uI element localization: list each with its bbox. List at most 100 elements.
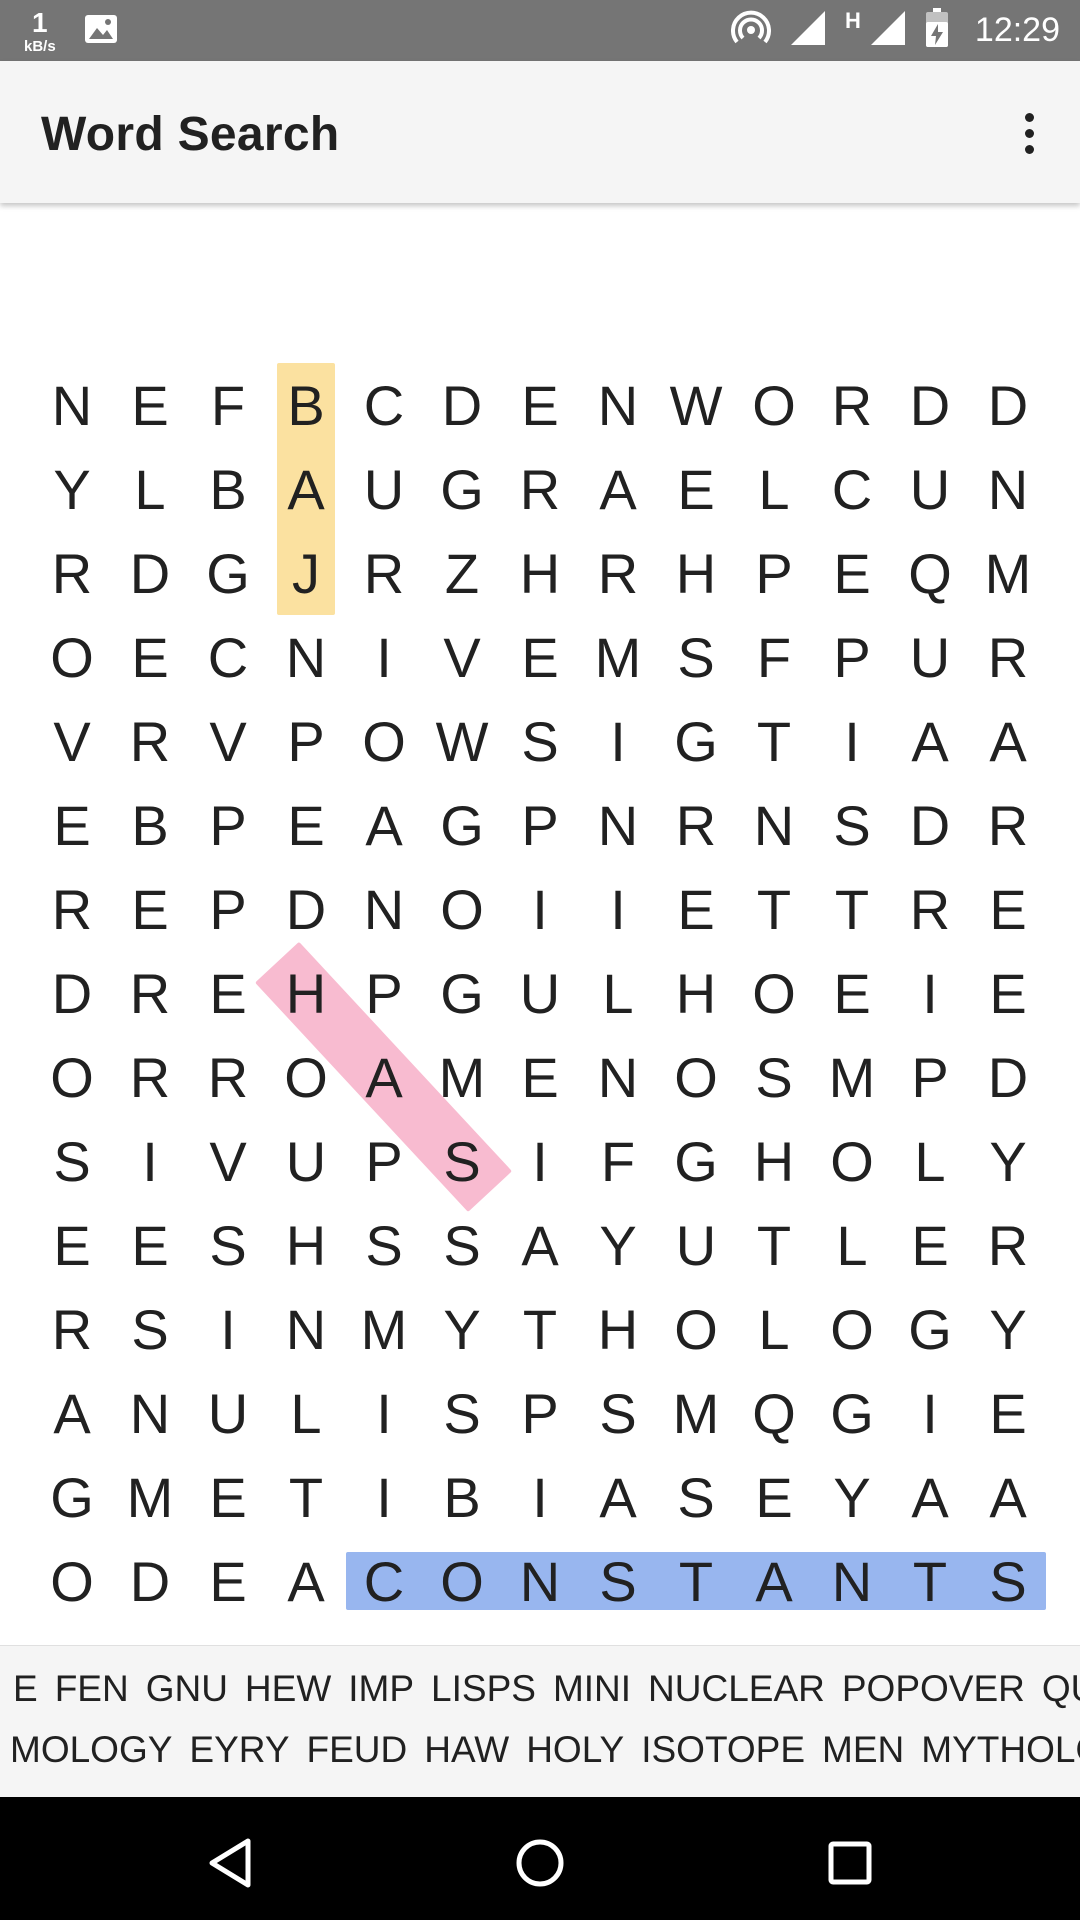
grid-letter[interactable]: W [423, 699, 501, 783]
grid-letter[interactable]: P [345, 951, 423, 1035]
grid-letter[interactable]: M [111, 1455, 189, 1539]
grid-letter[interactable]: E [657, 867, 735, 951]
grid-letter[interactable]: V [33, 699, 111, 783]
grid-letter[interactable]: E [813, 951, 891, 1035]
recents-icon[interactable] [820, 1833, 880, 1893]
grid-letter[interactable]: G [423, 447, 501, 531]
grid-letter[interactable]: O [33, 615, 111, 699]
grid-letter[interactable]: E [111, 1203, 189, 1287]
grid-letter[interactable]: E [33, 1203, 111, 1287]
grid-letter[interactable]: I [501, 1455, 579, 1539]
grid-letter[interactable]: E [33, 783, 111, 867]
grid-letter[interactable]: S [657, 1455, 735, 1539]
grid-letter[interactable]: O [657, 1287, 735, 1371]
grid-letter[interactable]: I [891, 951, 969, 1035]
grid-letter[interactable]: S [33, 1119, 111, 1203]
back-icon[interactable] [200, 1833, 260, 1893]
grid-letter[interactable]: E [111, 615, 189, 699]
grid-letter[interactable]: C [345, 363, 423, 447]
grid-letter[interactable]: Q [891, 531, 969, 615]
grid-letter[interactable]: I [345, 1371, 423, 1455]
grid-letter[interactable]: E [813, 531, 891, 615]
grid-letter[interactable]: R [657, 783, 735, 867]
grid-letter[interactable]: Y [969, 1119, 1047, 1203]
grid-letter[interactable]: D [111, 1539, 189, 1623]
grid-letter[interactable]: C [345, 1539, 423, 1623]
grid-letter[interactable]: O [657, 1035, 735, 1119]
grid-letter[interactable]: R [111, 1035, 189, 1119]
grid-letter[interactable]: B [423, 1455, 501, 1539]
grid-letter[interactable]: O [735, 951, 813, 1035]
grid-letter[interactable]: I [579, 699, 657, 783]
grid-letter[interactable]: R [33, 1287, 111, 1371]
grid-letter[interactable]: S [813, 783, 891, 867]
grid-letter[interactable]: A [267, 1539, 345, 1623]
grid-letter[interactable]: B [189, 447, 267, 531]
word-grid[interactable]: NEFBCDENWORDDYLBAUGRAELCUNRDGJRZHRHPEQMO… [0, 203, 1080, 1643]
grid-letter[interactable]: L [813, 1203, 891, 1287]
grid-letter[interactable]: N [267, 1287, 345, 1371]
grid-letter[interactable]: I [579, 867, 657, 951]
grid-letter[interactable]: D [267, 867, 345, 951]
grid-letter[interactable]: N [579, 783, 657, 867]
grid-letter[interactable]: D [33, 951, 111, 1035]
grid-letter[interactable]: E [501, 1035, 579, 1119]
grid-letter[interactable]: T [813, 867, 891, 951]
grid-letter[interactable]: V [189, 1119, 267, 1203]
grid-letter[interactable]: H [657, 531, 735, 615]
grid-letter[interactable]: E [969, 1371, 1047, 1455]
grid-letter[interactable]: E [501, 615, 579, 699]
grid-letter[interactable]: H [657, 951, 735, 1035]
grid-letter[interactable]: D [891, 783, 969, 867]
grid-letter[interactable]: L [267, 1371, 345, 1455]
grid-letter[interactable]: B [267, 363, 345, 447]
grid-letter[interactable]: I [501, 1119, 579, 1203]
grid-letter[interactable]: P [891, 1035, 969, 1119]
grid-letter[interactable]: V [189, 699, 267, 783]
grid-letter[interactable]: Y [579, 1203, 657, 1287]
grid-letter[interactable]: S [579, 1539, 657, 1623]
grid-letter[interactable]: G [657, 699, 735, 783]
grid-letter[interactable]: E [111, 363, 189, 447]
grid-letter[interactable]: T [501, 1287, 579, 1371]
grid-letter[interactable]: R [345, 531, 423, 615]
grid-letter[interactable]: N [969, 447, 1047, 531]
grid-letter[interactable]: I [345, 1455, 423, 1539]
grid-letter[interactable]: R [969, 1203, 1047, 1287]
grid-letter[interactable]: R [891, 867, 969, 951]
grid-letter[interactable]: T [267, 1455, 345, 1539]
grid-letter[interactable]: F [579, 1119, 657, 1203]
grid-letter[interactable]: G [189, 531, 267, 615]
grid-letter[interactable]: I [189, 1287, 267, 1371]
grid-letter[interactable]: S [111, 1287, 189, 1371]
grid-letter[interactable]: Y [969, 1287, 1047, 1371]
grid-letter[interactable]: I [813, 699, 891, 783]
grid-letter[interactable]: O [33, 1539, 111, 1623]
grid-letter[interactable]: R [969, 783, 1047, 867]
grid-letter[interactable]: A [735, 1539, 813, 1623]
grid-letter[interactable]: A [969, 1455, 1047, 1539]
grid-letter[interactable]: U [501, 951, 579, 1035]
grid-letter[interactable]: F [189, 363, 267, 447]
grid-letter[interactable]: N [33, 363, 111, 447]
grid-letter[interactable]: N [267, 615, 345, 699]
grid-letter[interactable]: D [111, 531, 189, 615]
grid-letter[interactable]: W [657, 363, 735, 447]
grid-letter[interactable]: T [735, 699, 813, 783]
grid-letter[interactable]: L [111, 447, 189, 531]
grid-letter[interactable]: I [891, 1371, 969, 1455]
grid-letter[interactable]: O [423, 867, 501, 951]
grid-letter[interactable]: L [891, 1119, 969, 1203]
grid-letter[interactable]: E [891, 1203, 969, 1287]
grid-letter[interactable]: M [813, 1035, 891, 1119]
grid-letter[interactable]: N [111, 1371, 189, 1455]
grid-letter[interactable]: A [969, 699, 1047, 783]
grid-letter[interactable]: E [969, 867, 1047, 951]
grid-letter[interactable]: N [345, 867, 423, 951]
grid-letter[interactable]: P [345, 1119, 423, 1203]
grid-letter[interactable]: Y [423, 1287, 501, 1371]
grid-letter[interactable]: H [501, 531, 579, 615]
grid-letter[interactable]: M [423, 1035, 501, 1119]
grid-letter[interactable]: J [267, 531, 345, 615]
grid-letter[interactable]: O [423, 1539, 501, 1623]
